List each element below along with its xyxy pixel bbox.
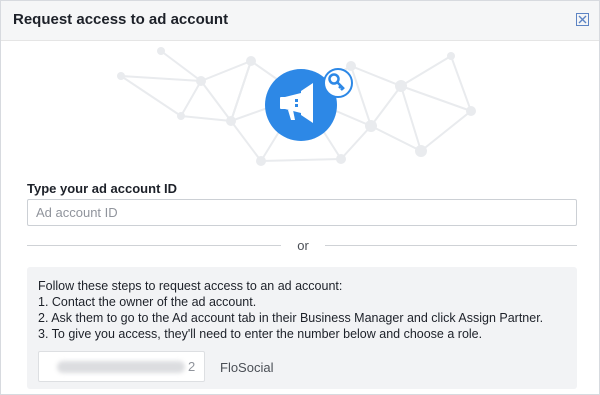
business-id-field[interactable]: 2	[38, 351, 205, 382]
network-background	[117, 47, 476, 166]
hero-illustration	[1, 41, 600, 176]
dialog-title: Request access to ad account	[13, 11, 229, 28]
close-icon[interactable]	[576, 13, 589, 26]
or-text: or	[297, 238, 309, 253]
step-item-2: 2. Ask them to go to the Ad account tab …	[38, 311, 544, 325]
request-access-dialog: Request access to ad account Type your a…	[0, 0, 600, 395]
instructions-intro: Follow these steps to request access to …	[38, 279, 343, 293]
step-item-3: 3. To give you access, they'll need to e…	[38, 327, 483, 341]
close-x-glyph	[578, 15, 587, 24]
ad-account-id-input[interactable]	[27, 199, 577, 226]
divider-line-right	[325, 245, 577, 246]
dialog-header: Request access to ad account	[1, 1, 599, 41]
ad-account-label: Type your ad account ID	[27, 181, 178, 196]
key-icon	[323, 68, 353, 98]
step-item-1: 1. Contact the owner of the ad account.	[38, 295, 257, 309]
business-name: FloSocial	[220, 360, 274, 375]
or-divider: or	[27, 237, 577, 253]
divider-line-left	[27, 245, 281, 246]
business-id-tail: 2	[188, 359, 196, 374]
redacted-business-id	[57, 361, 185, 373]
instructions-panel: Follow these steps to request access to …	[27, 267, 577, 389]
